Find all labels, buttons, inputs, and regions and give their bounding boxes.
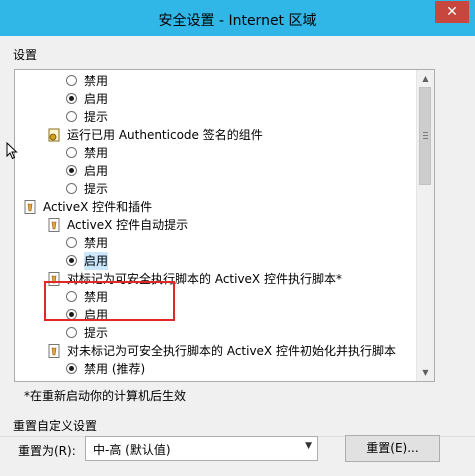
mouse-cursor-icon: [6, 142, 18, 160]
window-title: 安全设置 - Internet 区域: [158, 13, 317, 29]
vertical-scrollbar[interactable]: ▲ ▼: [416, 70, 434, 381]
reset-group-label: 重置自定义设置: [13, 419, 98, 433]
settings-page-icon: [24, 200, 36, 214]
reset-to-label: 重置为(R):: [18, 444, 76, 458]
option-label: 提示: [84, 182, 109, 196]
grip-line: [423, 132, 428, 133]
grip-line: [423, 135, 428, 136]
radio-button[interactable]: [66, 327, 77, 338]
option-label: 提示: [84, 326, 109, 340]
category-label: ActiveX 控件和插件: [43, 200, 153, 214]
option-label: 启用: [84, 164, 109, 178]
setting-label: 运行已用 Authenticode 签名的组件: [67, 128, 263, 142]
radio-button-selected[interactable]: [66, 165, 77, 176]
title-bar: 安全设置 - Internet 区域 ✕: [0, 0, 475, 36]
option-label: 禁用: [84, 236, 109, 250]
dialog-body: 设置 禁用 启用 提示 运行已用 Authenticode 签名的组件 禁用 启…: [0, 36, 475, 476]
settings-page-icon: [48, 344, 60, 358]
security-level-select[interactable]: 中-高 (默认值) ▼: [85, 436, 318, 461]
settings-page-icon: [48, 218, 60, 232]
close-button[interactable]: ✕: [435, 1, 469, 23]
certificate-icon: [48, 128, 60, 142]
settings-tree: 禁用 启用 提示 运行已用 Authenticode 签名的组件 禁用 启用 提…: [15, 70, 415, 381]
option-label: 启用: [84, 252, 109, 270]
restart-note: *在重新启动你的计算机后生效: [24, 389, 187, 403]
option-label: 禁用: [84, 74, 109, 88]
setting-label: ActiveX 控件自动提示: [67, 218, 189, 232]
scroll-down-icon[interactable]: ▼: [417, 364, 434, 381]
settings-group-label: 设置: [13, 48, 38, 62]
option-label: 提示: [84, 110, 109, 124]
radio-button[interactable]: [66, 183, 77, 194]
chevron-down-icon: ▼: [305, 441, 312, 451]
radio-button[interactable]: [66, 75, 77, 86]
option-label: 启用: [84, 92, 109, 106]
option-label: 禁用: [84, 146, 109, 160]
reset-button[interactable]: 重置(E)...: [345, 435, 440, 462]
settings-list[interactable]: 禁用 启用 提示 运行已用 Authenticode 签名的组件 禁用 启用 提…: [14, 69, 435, 382]
radio-button-selected[interactable]: [66, 255, 77, 266]
annotation-highlight-box: [44, 281, 175, 321]
select-value: 中-高 (默认值): [93, 443, 171, 457]
grip-line: [423, 138, 428, 139]
option-label: 禁用 (推荐): [84, 362, 146, 376]
radio-button[interactable]: [66, 147, 77, 158]
scroll-up-icon[interactable]: ▲: [417, 70, 434, 87]
radio-button-selected[interactable]: [66, 363, 77, 374]
radio-button[interactable]: [66, 237, 77, 248]
radio-button[interactable]: [66, 111, 77, 122]
scrollbar-thumb[interactable]: [419, 87, 431, 185]
radio-button-selected[interactable]: [66, 93, 77, 104]
setting-label: 对未标记为可安全执行脚本的 ActiveX 控件初始化并执行脚本: [67, 344, 396, 358]
